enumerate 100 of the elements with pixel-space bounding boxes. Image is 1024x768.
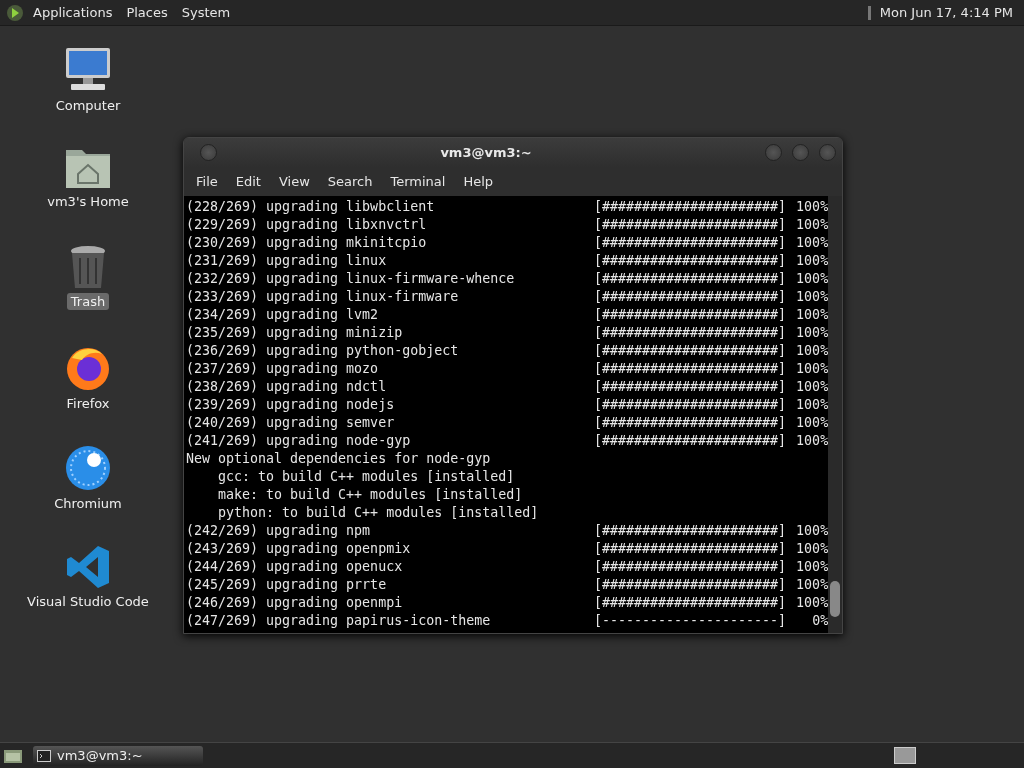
terminal-line: (237/269) upgrading mozo	[186, 360, 380, 378]
terminal-line: python: to build C++ modules [installed]	[217, 504, 539, 522]
desktop-icon[interactable]: Visual Studio Code	[18, 544, 158, 632]
terminal-line: (238/269) upgrading ndctl	[186, 378, 388, 396]
terminal-line: (245/269) upgrading prrte	[186, 576, 388, 594]
desktop-icon[interactable]: Trash	[18, 244, 158, 332]
percent-text: 100%	[795, 324, 829, 342]
workspace-switcher[interactable]	[894, 747, 916, 764]
terminal-line: (244/269) upgrading openucx	[186, 558, 404, 576]
chromium-icon	[64, 444, 112, 492]
menu-item[interactable]: Edit	[227, 174, 269, 189]
menu-item[interactable]: File	[188, 174, 226, 189]
desktop-icon[interactable]: Firefox	[18, 344, 158, 432]
progress-text: [######################]	[594, 396, 787, 414]
progress-text: [######################]	[594, 558, 787, 576]
terminal-line: (231/269) upgrading linux	[186, 252, 388, 270]
terminal-line: (229/269) upgrading libxnvctrl	[186, 216, 428, 234]
terminal-line: (236/269) upgrading python-gobject	[186, 342, 460, 360]
vscode-icon	[65, 544, 111, 590]
desktop-icon-label: Chromium	[53, 495, 123, 512]
separator-handle-icon	[867, 5, 871, 20]
desktop-icon-label: Visual Studio Code	[26, 593, 150, 610]
desktop-icon-label: Firefox	[65, 395, 111, 412]
percent-text: 100%	[795, 252, 829, 270]
terminal-line: (243/269) upgrading openpmix	[186, 540, 412, 558]
progress-text: [######################]	[594, 378, 787, 396]
percent-text: 100%	[795, 558, 829, 576]
window-title: vm3@vm3:~	[439, 145, 533, 160]
terminal-line: (233/269) upgrading linux-firmware	[186, 288, 460, 306]
clock[interactable]: Mon Jun 17, 4:14 PM	[874, 5, 1018, 20]
terminal-line: New optional dependencies for node-gyp	[186, 450, 491, 468]
progress-text: [######################]	[594, 432, 787, 450]
percent-text: 100%	[795, 360, 829, 378]
progress-text: [######################]	[594, 522, 787, 540]
menu-logo-icon[interactable]	[6, 3, 24, 22]
terminal-line: (246/269) upgrading openmpi	[186, 594, 404, 612]
terminal-line: (242/269) upgrading npm	[186, 522, 372, 540]
percent-text: 100%	[795, 414, 829, 432]
percent-text: 100%	[795, 198, 829, 216]
desktop-icon-label: Computer	[54, 97, 122, 114]
scrollbar[interactable]	[828, 196, 842, 633]
percent-text: 100%	[795, 396, 829, 414]
progress-text: [######################]	[594, 198, 787, 216]
progress-text: [######################]	[594, 342, 787, 360]
progress-text: [######################]	[594, 540, 787, 558]
desktop-icon[interactable]: vm3's Home	[18, 144, 158, 232]
progress-text: [----------------------]	[594, 612, 787, 630]
show-desktop-icon[interactable]	[3, 747, 23, 764]
minimize-button[interactable]	[765, 144, 782, 161]
progress-text: [######################]	[594, 576, 787, 594]
progress-text: [######################]	[594, 252, 787, 270]
maximize-button[interactable]	[792, 144, 809, 161]
terminal-line: make: to build C++ modules [installed]	[217, 486, 523, 504]
terminal-line: (232/269) upgrading linux-firmware-whence	[186, 270, 516, 288]
terminal-line: (228/269) upgrading libwbclient	[186, 198, 436, 216]
progress-text: [######################]	[594, 270, 787, 288]
percent-text: 100%	[795, 576, 829, 594]
percent-text: 100%	[795, 306, 829, 324]
percent-text: 100%	[795, 342, 829, 360]
progress-text: [######################]	[594, 216, 787, 234]
terminal-line: (239/269) upgrading nodejs	[186, 396, 396, 414]
percent-text: 100%	[795, 288, 829, 306]
terminal-icon	[37, 749, 51, 762]
terminal-line: (247/269) upgrading papirus-icon-theme	[186, 612, 492, 630]
menu-item[interactable]: Terminal	[382, 174, 454, 189]
progress-text: [######################]	[594, 288, 787, 306]
trash-icon	[68, 244, 108, 290]
panel-menu[interactable]: Applications	[28, 5, 118, 20]
terminal-line: (230/269) upgrading mkinitcpio	[186, 234, 428, 252]
percent-text: 100%	[795, 216, 829, 234]
terminal-line: (234/269) upgrading lvm2	[186, 306, 380, 324]
menu-item[interactable]: View	[270, 174, 318, 189]
menu-item[interactable]: Search	[319, 174, 381, 189]
terminal-line: (241/269) upgrading node-gyp	[186, 432, 412, 450]
percent-text: 100%	[795, 522, 829, 540]
percent-text: 100%	[795, 378, 829, 396]
menu-item[interactable]: Help	[455, 174, 502, 189]
progress-text: [######################]	[594, 234, 787, 252]
percent-text: 100%	[795, 270, 829, 288]
percent-text: 100%	[795, 234, 829, 252]
progress-text: [######################]	[594, 324, 787, 342]
panel-menu[interactable]: Places	[121, 5, 173, 20]
progress-text: [######################]	[594, 594, 787, 612]
scrollbar-thumb[interactable]	[830, 581, 840, 617]
percent-text: 0%	[811, 612, 829, 630]
desktop-icon[interactable]: Computer	[18, 44, 158, 132]
progress-text: [######################]	[594, 360, 787, 378]
panel-menu[interactable]: System	[176, 5, 236, 20]
desktop-icon-label: vm3's Home	[46, 193, 130, 210]
terminal-line: (235/269) upgrading minizip	[186, 324, 404, 342]
terminal-line: gcc: to build C++ modules [installed]	[217, 468, 515, 486]
terminal-line: (240/269) upgrading semver	[186, 414, 396, 432]
window-menu-button[interactable]	[200, 144, 217, 161]
task-button[interactable]: vm3@vm3:~	[33, 745, 203, 766]
percent-text: 100%	[795, 594, 829, 612]
progress-text: [######################]	[594, 306, 787, 324]
percent-text: 100%	[795, 540, 829, 558]
desktop-icon[interactable]: Chromium	[18, 444, 158, 532]
progress-text: [######################]	[594, 414, 787, 432]
close-button[interactable]	[819, 144, 836, 161]
